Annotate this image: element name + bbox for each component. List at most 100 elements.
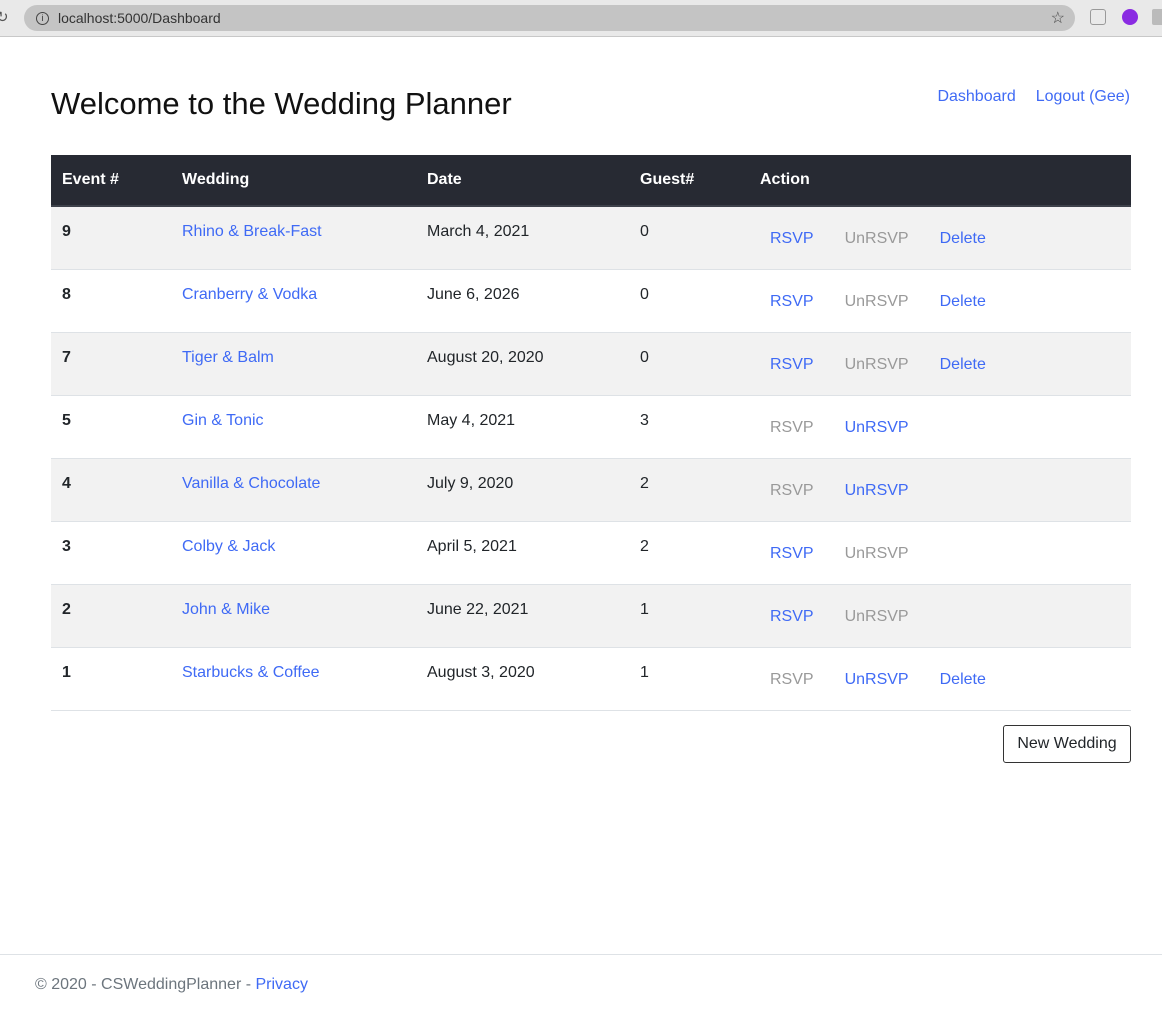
weddings-table: Event # Wedding Date Guest# Action 9 Rhi…: [51, 155, 1131, 711]
action-group: RSVP UnRSVP Delete: [760, 286, 1120, 311]
event-number: 1: [51, 647, 171, 711]
event-number: 8: [51, 269, 171, 333]
table-row: 9 Rhino & Break-Fast March 4, 2021 0 RSV…: [51, 206, 1131, 270]
event-number: 4: [51, 458, 171, 522]
action-cell: RSVP UnRSVP Delete: [749, 269, 1131, 333]
action-cell: RSVP UnRSVP: [749, 458, 1131, 522]
nav-logout-link[interactable]: Logout (Gee): [1036, 88, 1130, 106]
guest-count: 2: [629, 521, 749, 585]
guest-count: 2: [629, 458, 749, 522]
new-wedding-button[interactable]: New Wedding: [1003, 725, 1131, 763]
wedding-link[interactable]: Gin & Tonic: [182, 412, 264, 429]
nav-dashboard-link[interactable]: Dashboard: [937, 88, 1015, 106]
pocket-icon[interactable]: [1090, 9, 1106, 25]
guest-count: 0: [629, 269, 749, 333]
privacy-link[interactable]: Privacy: [256, 976, 308, 993]
wedding-link[interactable]: John & Mike: [182, 601, 270, 618]
unrsvp-button: UnRSVP: [844, 544, 909, 562]
unrsvp-button[interactable]: UnRSVP: [845, 419, 909, 437]
date-cell: August 3, 2020: [416, 647, 629, 711]
unrsvp-button: UnRSVP: [844, 230, 909, 247]
wedding-cell: Gin & Tonic: [171, 395, 416, 459]
delete-button[interactable]: Delete: [940, 230, 986, 248]
wedding-link[interactable]: Cranberry & Vodka: [182, 286, 317, 303]
table-row: 7 Tiger & Balm August 20, 2020 0 RSVP UnR…: [51, 332, 1131, 396]
info-icon[interactable]: i: [36, 11, 49, 25]
unrsvp-button: UnRSVP: [844, 292, 909, 310]
date-cell: March 4, 2021: [416, 206, 629, 270]
date-cell: April 5, 2021: [416, 521, 629, 585]
action-cell: RSVP UnRSVP: [749, 584, 1131, 648]
rsvp-button[interactable]: RSVP: [770, 293, 814, 311]
guest-count: 0: [629, 332, 749, 396]
date-cell: May 4, 2021: [416, 395, 629, 459]
action-cell: RSVP UnRSVP Delete: [749, 332, 1131, 396]
action-group: RSVP UnRSVP: [760, 475, 1120, 500]
wedding-cell: Tiger & Balm: [171, 332, 416, 396]
action-cell: RSVP UnRSVP Delete: [749, 206, 1131, 270]
table-row: 8 Cranberry & Vodka June 6, 2026 0 RSVP U…: [51, 269, 1131, 333]
extension-icon-2[interactable]: [1152, 9, 1162, 25]
action-group: RSVP UnRSVP: [760, 538, 1120, 563]
wedding-link[interactable]: Starbucks & Coffee: [182, 664, 320, 681]
rsvp-button[interactable]: RSVP: [770, 230, 814, 248]
unrsvp-button[interactable]: UnRSVP: [845, 671, 909, 689]
delete-button[interactable]: Delete: [940, 293, 986, 311]
col-event: Event #: [51, 155, 171, 207]
action-cell: RSVP UnRSVP Delete: [749, 647, 1131, 711]
wedding-link[interactable]: Rhino & Break-Fast: [182, 223, 322, 240]
footer: © 2020 - CSWeddingPlanner - Privacy: [0, 954, 1162, 1015]
address-bar[interactable]: i localhost:5000/Dashboard ☆: [24, 5, 1075, 31]
col-date: Date: [416, 155, 629, 207]
rsvp-button[interactable]: RSVP: [770, 356, 814, 374]
action-cell: RSVP UnRSVP: [749, 395, 1131, 459]
wedding-link[interactable]: Vanilla & Chocolate: [182, 475, 320, 492]
delete-button[interactable]: Delete: [940, 671, 986, 689]
table-row: 1 Starbucks & Coffee August 3, 2020 1 RS…: [51, 647, 1131, 711]
wedding-cell: Vanilla & Chocolate: [171, 458, 416, 522]
guest-count: 3: [629, 395, 749, 459]
date-cell: July 9, 2020: [416, 458, 629, 522]
table-row: 4 Vanilla & Chocolate July 9, 2020 2 RSV…: [51, 458, 1131, 522]
page-title: Welcome to the Wedding Planner: [51, 86, 512, 121]
wedding-cell: Cranberry & Vodka: [171, 269, 416, 333]
bookmark-star-icon[interactable]: ☆: [1051, 8, 1065, 28]
action-group: RSVP UnRSVP Delete: [760, 223, 1120, 248]
unrsvp-button: UnRSVP: [844, 607, 909, 625]
wedding-link[interactable]: Colby & Jack: [182, 538, 275, 555]
action-group: RSVP UnRSVP: [760, 412, 1120, 437]
date-cell: August 20, 2020: [416, 332, 629, 396]
col-guests: Guest#: [629, 155, 749, 207]
wedding-cell: John & Mike: [171, 584, 416, 648]
rsvp-button[interactable]: RSVP: [770, 545, 814, 563]
action-group: RSVP UnRSVP: [760, 601, 1120, 626]
action-group: RSVP UnRSVP Delete: [760, 664, 1120, 689]
event-number: 3: [51, 521, 171, 585]
table-row: 2 John & Mike June 22, 2021 1 RSVP UnRSVP: [51, 584, 1131, 648]
guest-count: 1: [629, 647, 749, 711]
event-number: 7: [51, 332, 171, 396]
action-group: RSVP UnRSVP Delete: [760, 349, 1120, 374]
delete-button[interactable]: Delete: [940, 356, 986, 374]
wedding-cell: Starbucks & Coffee: [171, 647, 416, 711]
browser-toolbar: ↻ i localhost:5000/Dashboard ☆: [0, 0, 1162, 37]
unrsvp-button: UnRSVP: [844, 355, 909, 373]
table-row: 3 Colby & Jack April 5, 2021 2 RSVP UnRSV…: [51, 521, 1131, 585]
event-number: 9: [51, 206, 171, 270]
wedding-link[interactable]: Tiger & Balm: [182, 349, 274, 366]
top-nav: Dashboard Logout (Gee): [937, 88, 1130, 106]
date-cell: June 22, 2021: [416, 584, 629, 648]
col-action: Action: [749, 155, 1131, 207]
extension-icon[interactable]: [1122, 9, 1138, 25]
guest-count: 0: [629, 206, 749, 270]
event-number: 5: [51, 395, 171, 459]
event-number: 2: [51, 584, 171, 648]
url-text: localhost:5000/Dashboard: [58, 10, 221, 26]
rsvp-button: RSVP: [770, 418, 814, 436]
unrsvp-button[interactable]: UnRSVP: [845, 482, 909, 500]
rsvp-button[interactable]: RSVP: [770, 608, 814, 626]
action-cell: RSVP UnRSVP: [749, 521, 1131, 585]
wedding-cell: Rhino & Break-Fast: [171, 206, 416, 270]
reload-icon[interactable]: ↻: [0, 8, 9, 26]
table-row: 5 Gin & Tonic May 4, 2021 3 RSVP UnRSVP: [51, 395, 1131, 459]
